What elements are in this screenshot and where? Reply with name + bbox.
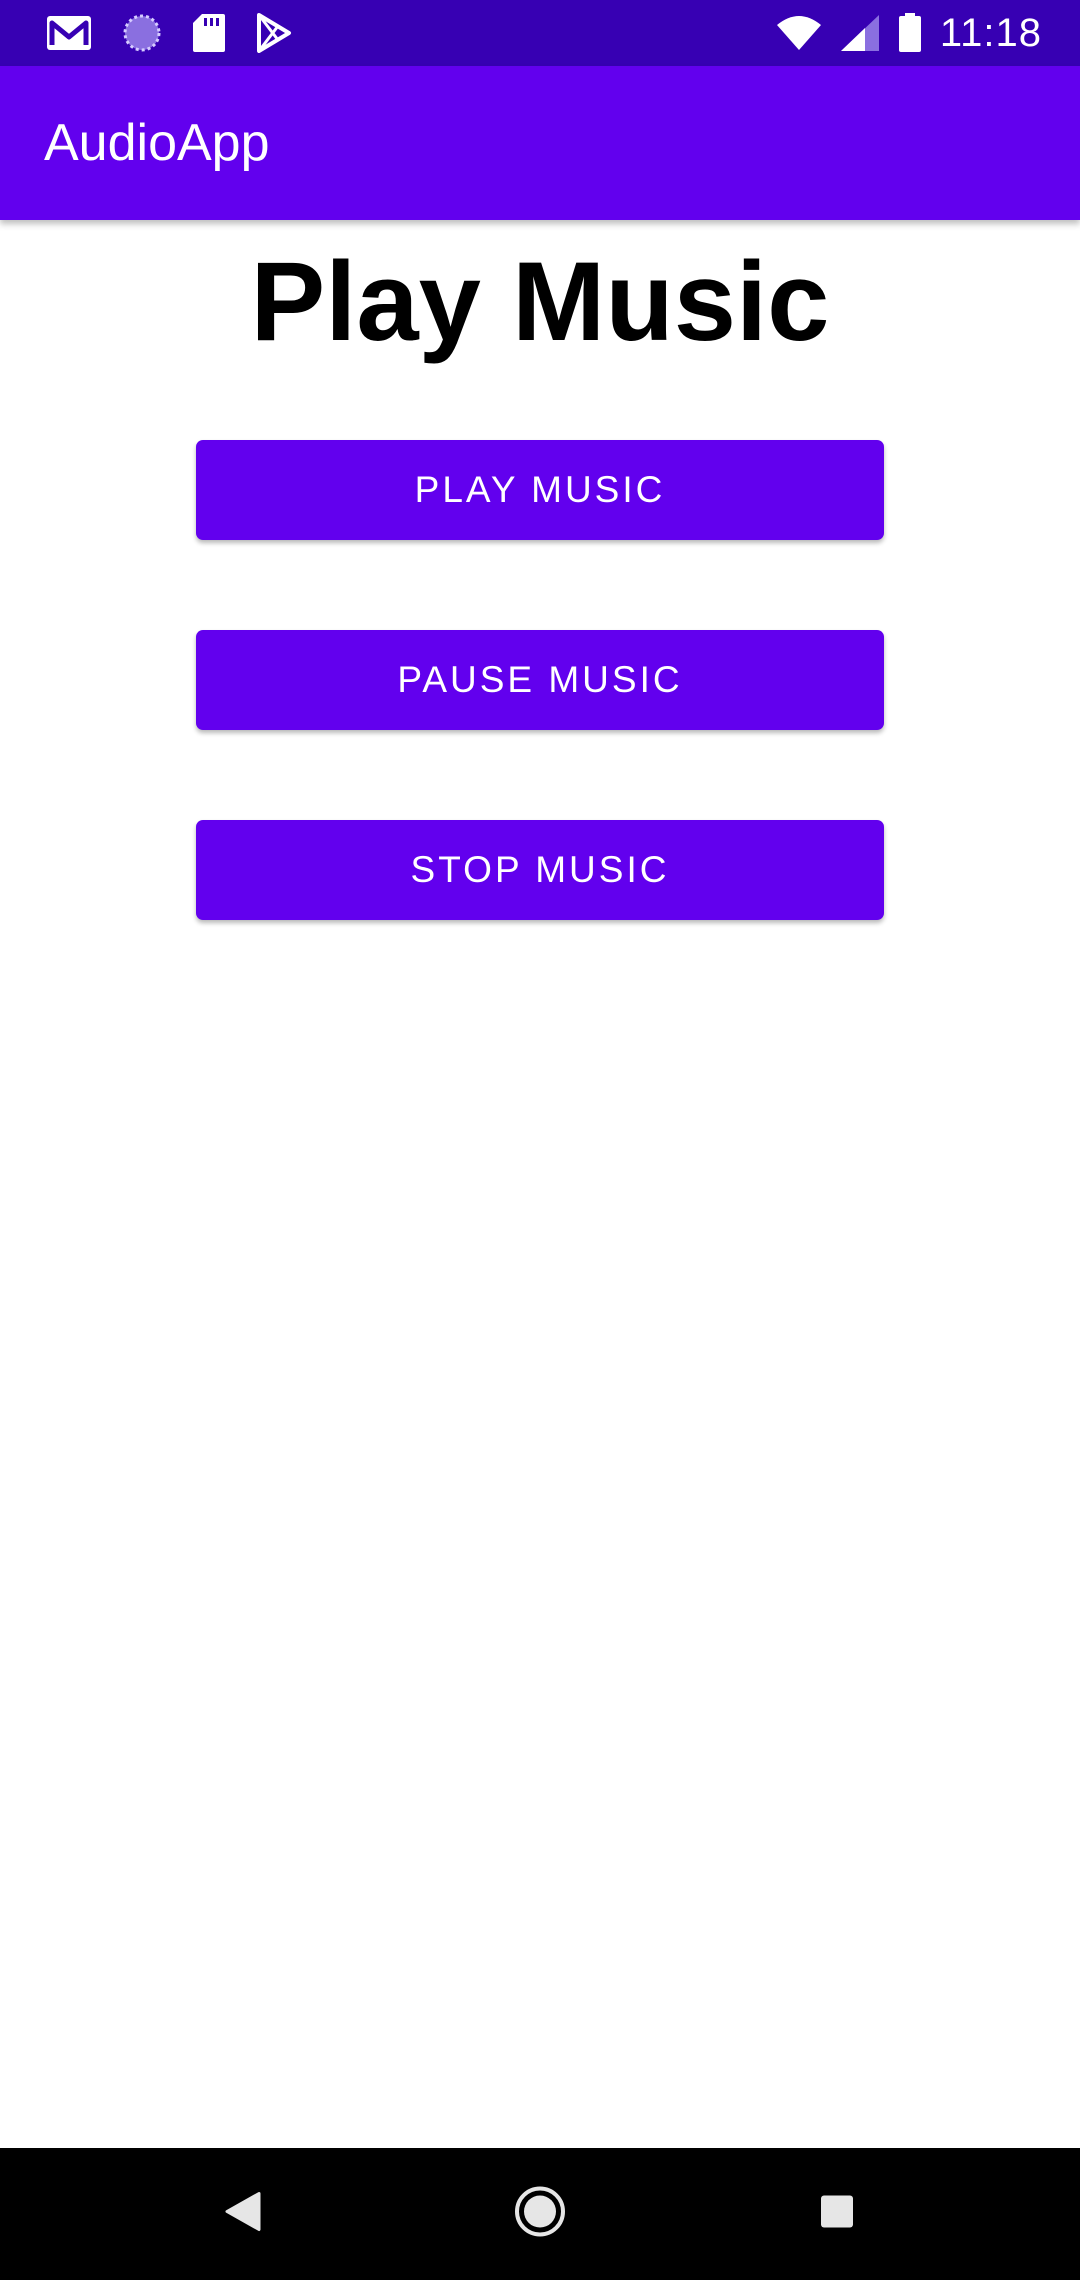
home-icon[interactable] [513, 2185, 567, 2244]
app-bar: AudioApp [0, 66, 1080, 220]
app-screen: 11:18 AudioApp Play Music PLAY MUSIC PAU… [0, 0, 1080, 2280]
back-icon[interactable] [223, 2191, 263, 2238]
system-icons: 11:18 [776, 10, 1042, 56]
app-title: AudioApp [44, 114, 270, 172]
sd-card-icon [192, 13, 226, 53]
battery-icon [898, 13, 922, 53]
pause-music-button[interactable]: PAUSE MUSIC [196, 630, 884, 730]
status-bar: 11:18 [0, 0, 1080, 66]
cell-signal-icon [840, 14, 880, 52]
gmail-icon [46, 15, 92, 51]
play-store-icon [256, 13, 292, 53]
status-time: 11:18 [939, 10, 1042, 55]
wifi-icon [776, 15, 822, 51]
recents-icon[interactable] [819, 2194, 855, 2235]
notification-icons [46, 12, 292, 54]
navigation-bar [0, 2148, 1080, 2280]
loading-circle-icon [122, 13, 162, 53]
stop-music-button[interactable]: STOP MUSIC [196, 820, 884, 920]
play-music-button[interactable]: PLAY MUSIC [196, 440, 884, 540]
page-heading: Play Music [250, 239, 830, 364]
